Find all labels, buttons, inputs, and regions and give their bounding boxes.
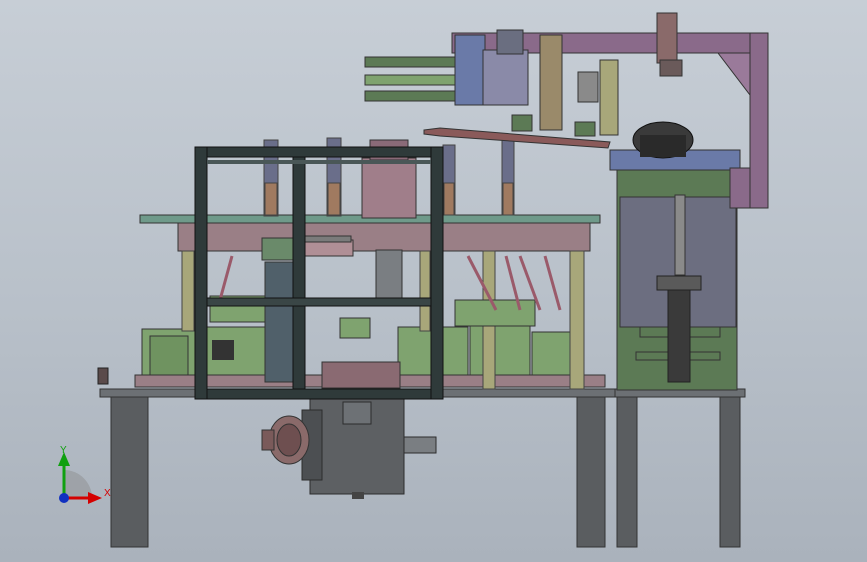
leg-right-b [719,396,741,548]
x-axis-label: X [104,488,111,499]
y-axis-label: Y [60,445,67,456]
right-stand [609,121,741,391]
table-legs [110,396,741,548]
leg-right-a [616,396,638,548]
leg-mid-right [576,396,606,548]
3d-viewport[interactable]: Y X [0,0,867,562]
machine-model[interactable]: Y X [0,0,867,562]
motor-assembly [261,397,437,499]
leg-left [110,396,149,548]
axis-triad: Y X [58,445,111,504]
z-axis-dot [59,493,69,503]
x-axis-arrow [88,492,102,504]
